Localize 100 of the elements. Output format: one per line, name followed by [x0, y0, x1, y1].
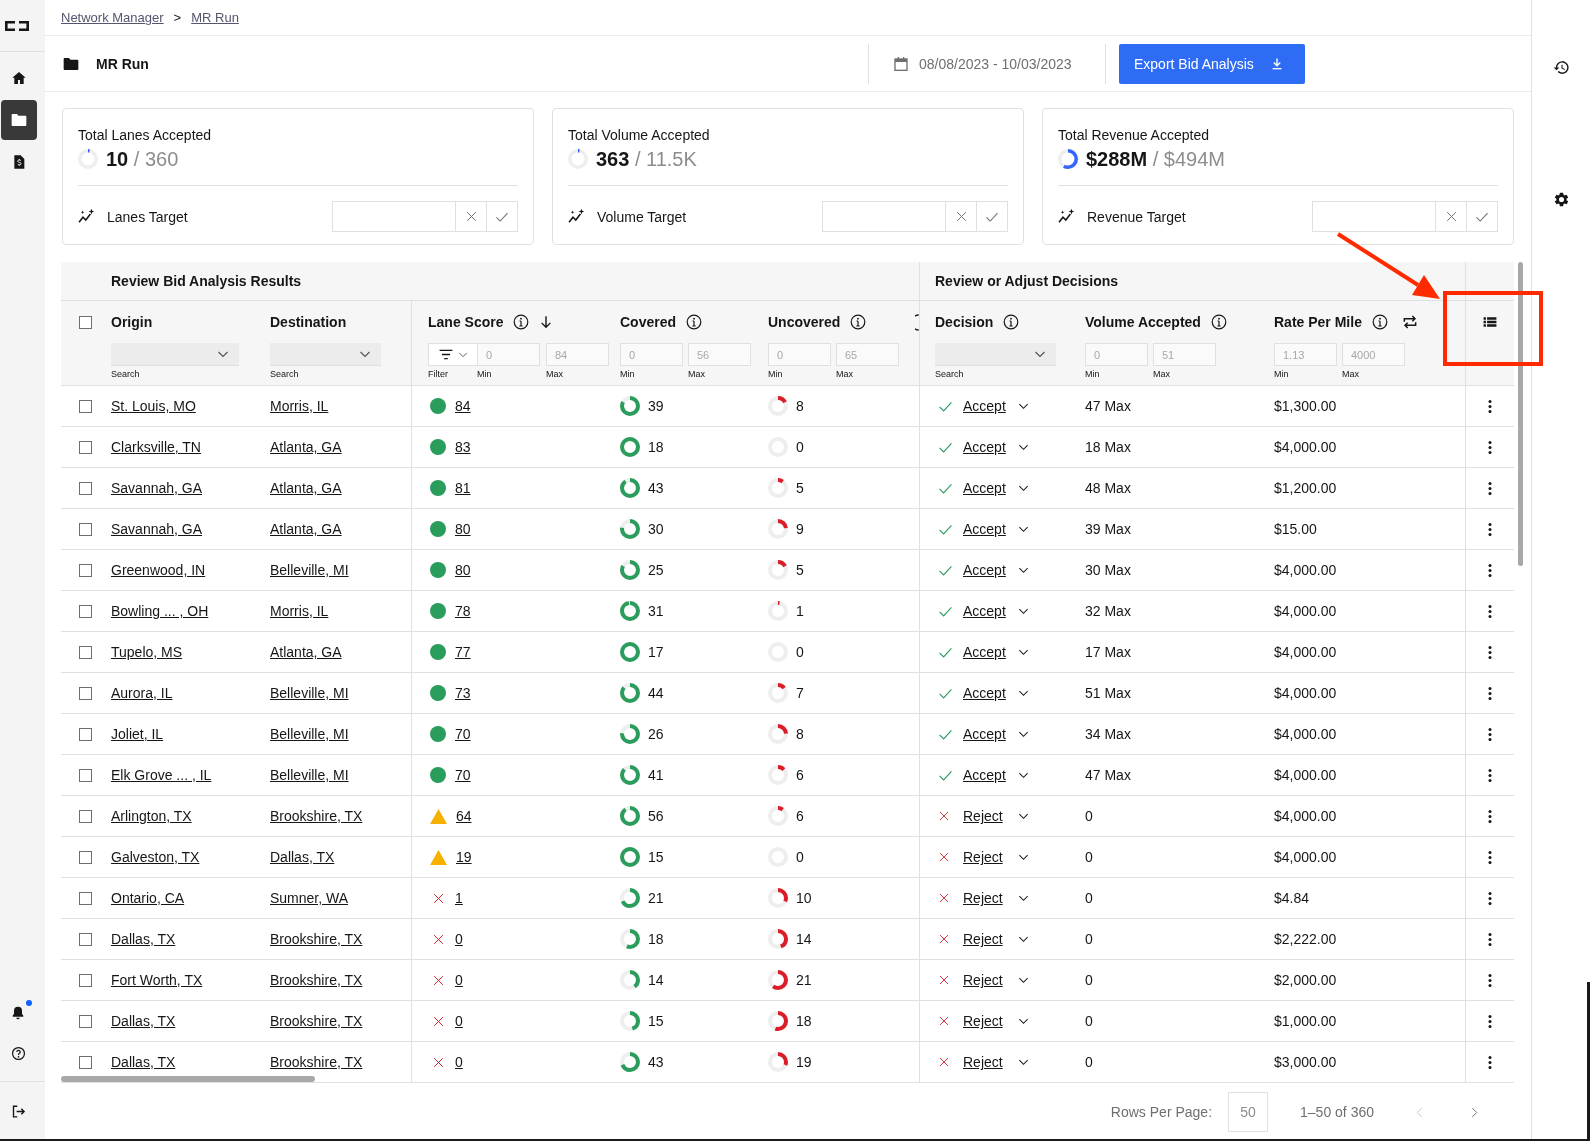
score-link[interactable]: 77: [455, 644, 471, 660]
scrollbar-thumb[interactable]: [1518, 262, 1523, 566]
score-link[interactable]: 0: [455, 931, 463, 947]
bell-icon[interactable]: [10, 1005, 26, 1021]
min-field[interactable]: 1.13: [1274, 343, 1337, 366]
info-icon[interactable]: [1003, 314, 1020, 330]
row-checkbox[interactable]: [79, 440, 92, 454]
max-field[interactable]: 65: [836, 343, 899, 366]
origin-link[interactable]: Savannah, GA: [111, 480, 203, 496]
decision-link[interactable]: Accept: [963, 726, 1006, 742]
row-checkbox[interactable]: [79, 481, 92, 495]
destination-link[interactable]: Brookshire, TX: [270, 808, 363, 824]
chevron-down-icon[interactable]: [1018, 1058, 1029, 1066]
more-icon[interactable]: [1488, 562, 1492, 578]
score-link[interactable]: 81: [455, 480, 471, 496]
chevron-down-icon[interactable]: [1018, 402, 1029, 410]
destination-link[interactable]: Atlanta, GA: [270, 480, 342, 496]
destination-link[interactable]: Brookshire, TX: [270, 1054, 363, 1070]
info-icon[interactable]: [850, 314, 867, 330]
chevron-down-icon[interactable]: [1018, 443, 1029, 451]
max-field[interactable]: 51: [1153, 343, 1216, 366]
origin-link[interactable]: Elk Grove ... , IL: [111, 767, 212, 783]
row-checkbox[interactable]: [79, 645, 92, 659]
origin-link[interactable]: Tupelo, MS: [111, 644, 183, 660]
score-link[interactable]: 78: [455, 603, 471, 619]
origin-link[interactable]: Bowling ... , OH: [111, 603, 209, 619]
decision-link[interactable]: Accept: [963, 480, 1006, 496]
destination-link[interactable]: Belleville, MI: [270, 562, 349, 578]
chevron-right-icon[interactable]: [1471, 1106, 1478, 1118]
chevron-down-icon[interactable]: [1018, 648, 1029, 656]
decision-link[interactable]: Accept: [963, 562, 1006, 578]
min-field[interactable]: 0: [477, 343, 540, 366]
row-checkbox[interactable]: [79, 563, 92, 577]
min-field[interactable]: 0: [1085, 343, 1148, 366]
destination-link[interactable]: Atlanta, GA: [270, 439, 342, 455]
more-icon[interactable]: [1488, 1013, 1492, 1029]
score-link[interactable]: 73: [455, 685, 471, 701]
decision-link[interactable]: Reject: [963, 972, 1003, 988]
chevron-down-icon[interactable]: [1018, 484, 1029, 492]
more-icon[interactable]: [1488, 398, 1492, 414]
chevron-down-icon[interactable]: [1018, 1017, 1029, 1025]
row-checkbox[interactable]: [79, 604, 92, 618]
origin-link[interactable]: St. Louis, MO: [111, 398, 196, 414]
score-link[interactable]: 1: [455, 890, 463, 906]
history-icon[interactable]: [1552, 58, 1570, 76]
help-icon[interactable]: [10, 1045, 26, 1061]
destination-link[interactable]: Brookshire, TX: [270, 931, 363, 947]
row-checkbox[interactable]: [79, 399, 92, 413]
destination-link[interactable]: Belleville, MI: [270, 685, 349, 701]
more-icon[interactable]: [1488, 521, 1492, 537]
destination-link[interactable]: Atlanta, GA: [270, 644, 342, 660]
min-field[interactable]: 0: [768, 343, 831, 366]
scrollbar-thumb[interactable]: [61, 1076, 315, 1082]
breadcrumb-link[interactable]: MR Run: [191, 10, 239, 25]
select-all-checkbox[interactable]: [79, 315, 92, 329]
destination-link[interactable]: Brookshire, TX: [270, 972, 363, 988]
export-button[interactable]: Export Bid Analysis: [1119, 43, 1305, 84]
more-icon[interactable]: [1488, 685, 1492, 701]
destination-link[interactable]: Morris, IL: [270, 603, 329, 619]
destination-link[interactable]: Atlanta, GA: [270, 521, 342, 537]
target-field[interactable]: [822, 201, 945, 232]
score-link[interactable]: 0: [455, 1013, 463, 1029]
max-field[interactable]: 56: [688, 343, 751, 366]
more-icon[interactable]: [1488, 972, 1492, 988]
breadcrumb-link[interactable]: Network Manager: [61, 10, 164, 25]
decision-link[interactable]: Accept: [963, 398, 1006, 414]
more-icon[interactable]: [1488, 726, 1492, 742]
more-icon[interactable]: [1488, 890, 1492, 906]
decision-link[interactable]: Accept: [963, 767, 1006, 783]
decision-link[interactable]: Reject: [963, 890, 1003, 906]
decision-link[interactable]: Reject: [963, 931, 1003, 947]
row-checkbox[interactable]: [79, 973, 92, 987]
more-icon[interactable]: [1488, 767, 1492, 783]
origin-link[interactable]: Ontario, CA: [111, 890, 185, 906]
score-link[interactable]: 70: [455, 726, 471, 742]
min-field[interactable]: 0: [620, 343, 683, 366]
destination-link[interactable]: Brookshire, TX: [270, 1013, 363, 1029]
max-field[interactable]: 84: [546, 343, 609, 366]
decision-link[interactable]: Accept: [963, 644, 1006, 660]
score-link[interactable]: 80: [455, 562, 471, 578]
more-icon[interactable]: [1488, 644, 1492, 660]
decision-link[interactable]: Reject: [963, 849, 1003, 865]
list-icon[interactable]: [1483, 316, 1497, 328]
nav-button[interactable]: [1, 100, 37, 140]
decision-link[interactable]: Accept: [963, 439, 1006, 455]
score-link[interactable]: 80: [455, 521, 471, 537]
swap-icon[interactable]: [1401, 314, 1418, 330]
more-icon[interactable]: [1488, 439, 1492, 455]
destination-link[interactable]: Dallas, TX: [270, 849, 335, 865]
origin-link[interactable]: Savannah, GA: [111, 521, 203, 537]
more-icon[interactable]: [1488, 1054, 1492, 1070]
settings-icon[interactable]: [1552, 190, 1570, 208]
score-link[interactable]: 0: [455, 1054, 463, 1070]
origin-link[interactable]: Dallas, TX: [111, 931, 176, 947]
origin-link[interactable]: Dallas, TX: [111, 1013, 176, 1029]
more-icon[interactable]: [1488, 603, 1492, 619]
row-checkbox[interactable]: [79, 522, 92, 536]
info-icon[interactable]: [513, 314, 530, 330]
more-icon[interactable]: [1488, 480, 1492, 496]
score-link[interactable]: 83: [455, 439, 471, 455]
